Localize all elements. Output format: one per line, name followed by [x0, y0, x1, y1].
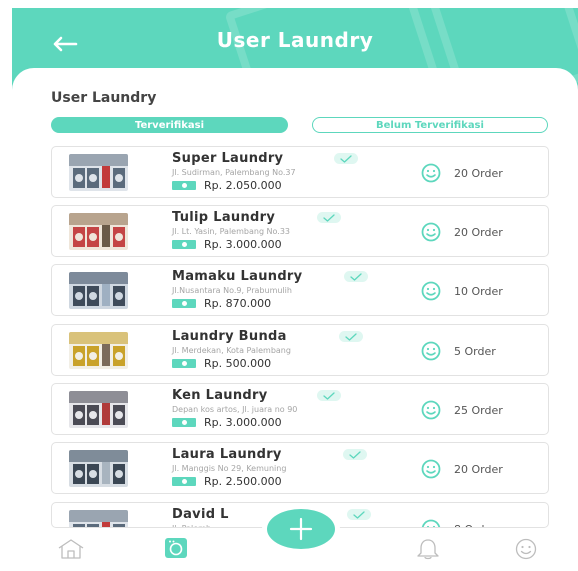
- nav-laundry[interactable]: [163, 537, 189, 563]
- laundry-card[interactable]: Laura Laundry Jl. Manggis No 29, Kemunin…: [51, 442, 549, 494]
- check-icon: [340, 154, 352, 163]
- laundry-photo: [69, 391, 128, 428]
- price-row: Rp. 3.000.000: [172, 238, 282, 251]
- check-icon: [345, 332, 357, 341]
- money-icon: [172, 181, 196, 190]
- laundry-revenue: Rp. 3.000.000: [204, 238, 282, 251]
- laundry-address: Jl. Sudirman, Palembang No.37: [172, 168, 296, 177]
- laundry-card[interactable]: Ken Laundry Depan kos artos, Jl. juara n…: [51, 383, 549, 435]
- smiley-icon: [421, 222, 441, 242]
- verified-badge: [317, 390, 341, 401]
- price-row: Rp. 2.500.000: [172, 475, 282, 488]
- profile-icon: [515, 538, 537, 560]
- check-icon: [349, 450, 361, 459]
- nav-notifications[interactable]: [415, 538, 441, 564]
- laundry-revenue: Rp. 3.000.000: [204, 416, 282, 429]
- laundry-name: Ken Laundry: [172, 388, 268, 403]
- price-row: Rp. 2.050.000: [172, 179, 282, 192]
- price-row: Rp. 500.000: [172, 357, 271, 370]
- page-title: User Laundry: [216, 28, 374, 52]
- laundry-revenue: Rp. 500.000: [204, 357, 272, 370]
- laundry-photo: [69, 332, 128, 369]
- laundry-address: Depan kos artos, Jl. juara no 90: [172, 405, 298, 414]
- laundry-name: Tulip Laundry: [172, 210, 276, 225]
- plus-icon: [289, 517, 313, 541]
- order-count-label: 5 Order: [454, 344, 496, 358]
- order-count-label: 20 Order: [454, 462, 503, 476]
- smiley-icon: [421, 400, 441, 420]
- section-title: User Laundry: [51, 90, 157, 106]
- order-count-label: 10 Order: [454, 284, 503, 298]
- order-count: 20 Order: [419, 459, 503, 479]
- money-icon: [172, 477, 196, 486]
- money-icon: [172, 418, 196, 427]
- laundry-card[interactable]: Mamaku Laundry Jl.Nusantara No.9, Prabum…: [51, 264, 549, 316]
- laundry-revenue: Rp. 870.000: [204, 297, 272, 310]
- order-count: 8 Order: [419, 519, 496, 527]
- money-icon: [172, 299, 196, 308]
- order-count: 25 Order: [419, 400, 503, 420]
- nav-profile[interactable]: [512, 538, 540, 564]
- add-button[interactable]: [262, 506, 340, 552]
- laundry-card[interactable]: Laundry Bunda Jl. Merdekan, Kota Palemba…: [51, 324, 549, 376]
- smiley-icon: [421, 341, 441, 361]
- smiley-icon: [421, 281, 441, 301]
- money-icon: [172, 240, 196, 249]
- laundry-name: Laura Laundry: [172, 447, 282, 462]
- laundry-name: Laundry Bunda: [172, 329, 287, 344]
- laundry-card[interactable]: Super Laundry Jl. Sudirman, Palembang No…: [51, 146, 549, 198]
- order-count-label: 20 Order: [454, 166, 503, 180]
- content-sheet: [12, 68, 578, 571]
- nav-home[interactable]: [56, 538, 86, 564]
- laundry-revenue: Rp. 2.500.000: [204, 475, 282, 488]
- check-icon: [323, 213, 335, 222]
- verified-badge: [347, 509, 371, 520]
- order-count: 20 Order: [419, 222, 503, 242]
- order-count-label: 20 Order: [454, 225, 503, 239]
- tab-unverified[interactable]: Belum Terverifikasi: [312, 117, 548, 133]
- laundry-photo: [69, 510, 128, 527]
- laundry-revenue: Rp. 2.050.000: [204, 179, 282, 192]
- laundry-address: Jl.Nusantara No.9, Prabumulih: [172, 286, 292, 295]
- laundry-address: Jl. Manggis No 29, Kemuning: [172, 464, 287, 473]
- money-icon: [172, 359, 196, 368]
- order-count: 5 Order: [419, 341, 496, 361]
- price-row: Rp. 3.000.000: [172, 416, 282, 429]
- check-icon: [350, 272, 362, 281]
- laundry-name: Super Laundry: [172, 151, 284, 166]
- verified-badge: [339, 331, 363, 342]
- verified-badge: [343, 449, 367, 460]
- smiley-icon: [421, 459, 441, 479]
- bell-icon: [417, 539, 439, 560]
- verified-badge: [344, 271, 368, 282]
- laundry-photo: [69, 450, 128, 487]
- laundry-machine-icon: [165, 538, 187, 558]
- smiley-icon: [421, 519, 441, 527]
- fab-circle: [267, 509, 335, 549]
- laundry-photo: [69, 154, 128, 191]
- order-count: 20 Order: [419, 163, 503, 183]
- tab-verified[interactable]: Terverifikasi: [51, 117, 288, 133]
- smiley-icon: [421, 163, 441, 183]
- laundry-photo: [69, 213, 128, 250]
- check-icon: [323, 391, 335, 400]
- laundry-name: David L: [172, 507, 229, 522]
- laundry-photo: [69, 272, 128, 309]
- laundry-card[interactable]: Tulip Laundry Jl. Lt. Yasin, Palembang N…: [51, 205, 549, 257]
- verified-badge: [317, 212, 341, 223]
- check-icon: [353, 510, 365, 519]
- laundry-address: Jl. Merdekan, Kota Palembang: [172, 346, 291, 355]
- laundry-name: Mamaku Laundry: [172, 269, 303, 284]
- order-count: 10 Order: [419, 281, 503, 301]
- price-row: Rp. 870.000: [172, 297, 271, 310]
- order-count-label: 25 Order: [454, 403, 503, 417]
- laundry-address: Jl. Lt. Yasin, Palembang No.33: [172, 227, 291, 236]
- verified-badge: [334, 153, 358, 164]
- home-icon: [58, 539, 84, 559]
